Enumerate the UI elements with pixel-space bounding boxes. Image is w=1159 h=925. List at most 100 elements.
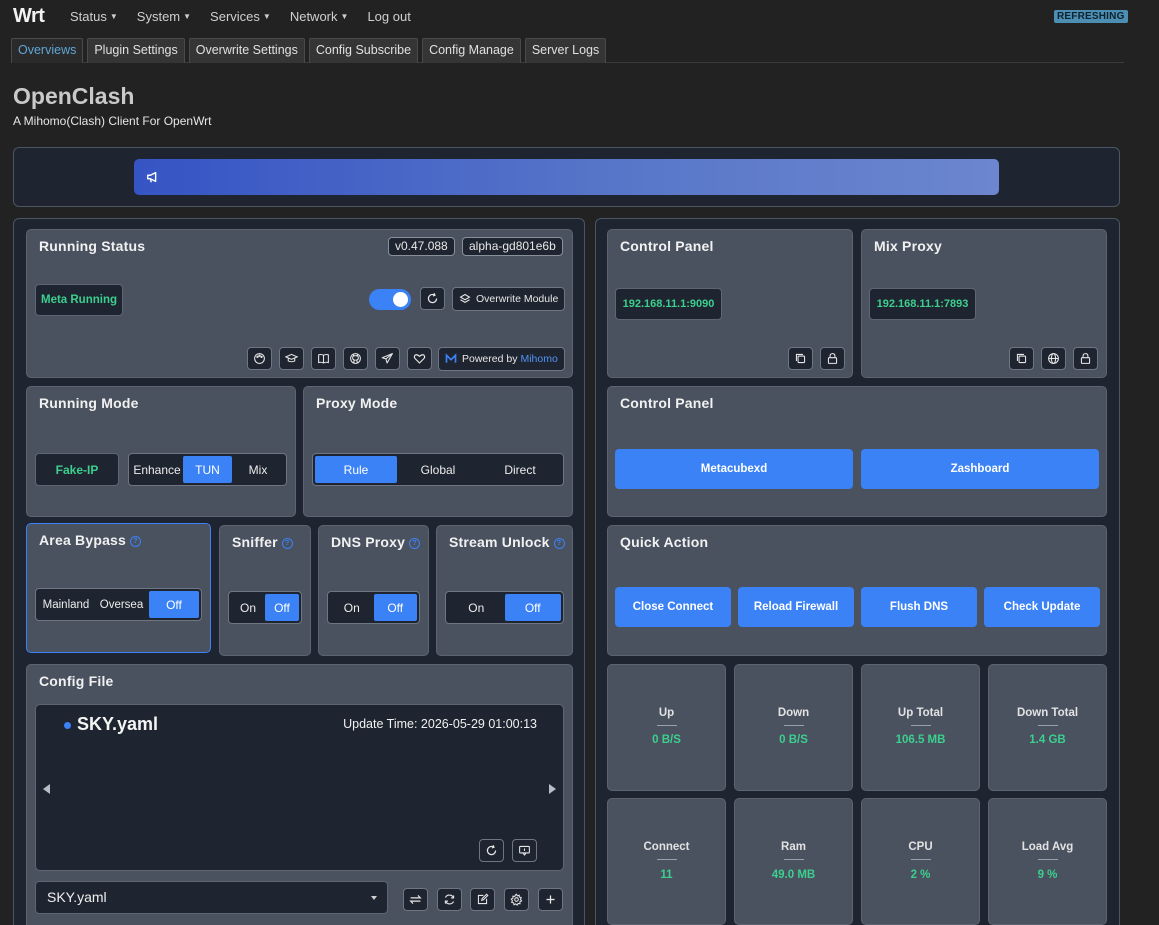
running-mode-title: Running Mode [39,395,139,411]
mode-mix[interactable]: Mix [232,456,284,483]
stat-label: Down [777,707,810,719]
reload-config-button[interactable] [437,888,462,911]
proxy-lock-button[interactable] [1073,347,1098,370]
dashboard-title: Control Panel [620,395,714,411]
chevron-down-icon: ▼ [183,12,192,21]
help-icon[interactable]: ? [281,538,293,549]
enable-toggle[interactable] [369,289,411,310]
help-icon[interactable]: ? [553,538,565,549]
stream-unlock-off[interactable]: Off [504,594,561,621]
github-icon [350,353,361,364]
mix-proxy-card: Mix Proxy 192.168.11.1:7893 [861,229,1107,378]
restart-button[interactable] [420,287,445,310]
github-button[interactable] [343,347,368,370]
stat-value: 106.5 MB [895,734,946,746]
running-status-card: Running Status v0.47.088 alpha-gd801e6b … [26,229,573,378]
help-icon[interactable]: ? [409,538,421,549]
copy-proxy-button[interactable] [1009,347,1034,370]
copy-address-button[interactable] [788,347,813,370]
mode-direct[interactable]: Direct [479,456,561,483]
control-panel-address[interactable]: 192.168.11.1:9090 [615,288,722,320]
powered-by-button[interactable]: Powered by Mihomo [438,347,565,371]
check-update-button[interactable]: Check Update [984,587,1100,627]
brand-logo[interactable]: Wrt [13,5,45,28]
stat-value: 2 % [910,869,931,881]
edit-config-button[interactable] [470,888,495,911]
config-select[interactable]: SKY.yaml [35,881,388,914]
sniffer-off[interactable]: Off [265,594,299,621]
tab-server-logs[interactable]: Server Logs [524,38,607,63]
overwrite-module-button[interactable]: Overwrite Module [452,287,566,311]
sponsor-button[interactable] [407,347,432,370]
tutorial-button[interactable] [279,347,304,370]
update-config-button[interactable] [479,839,504,862]
config-name: SKY.yaml [77,714,159,734]
theme-button[interactable] [247,347,272,370]
book-icon [318,353,329,364]
carousel-next-icon[interactable] [549,784,556,794]
bypass-off[interactable]: Off [149,591,199,618]
stat-down: Down 0 B/S [734,664,853,791]
version-badge: v0.47.088 [388,237,455,256]
menu-services[interactable]: Services ▼ [210,9,271,24]
dns-mode-field[interactable]: Fake-IP [35,453,119,486]
announcement-bar[interactable] [134,159,999,195]
mode-tun[interactable]: TUN [183,456,232,483]
flush-dns-button[interactable]: Flush DNS [861,587,977,627]
lock-secret-button[interactable] [820,347,845,370]
wiki-button[interactable] [311,347,336,370]
lock-icon [827,353,838,364]
proxy-web-button[interactable] [1041,347,1066,370]
stat-divider [783,859,804,860]
toggle-knob [393,292,408,307]
running-state: Meta Running [35,284,123,316]
bypass-mainland[interactable]: Mainland [38,591,94,618]
metacubexd-button[interactable]: Metacubexd [615,449,853,489]
zashboard-button[interactable]: Zashboard [861,449,1099,489]
megaphone-icon [147,171,157,183]
lock-icon [1080,353,1091,364]
proxy-mode-selector: Rule Global Direct [312,453,564,486]
stat-connect: Connect 11 [607,798,726,925]
tab-config-manage[interactable]: Config Manage [422,38,521,63]
tab-plugin-settings[interactable]: Plugin Settings [87,38,185,63]
heart-icon [413,354,426,364]
telegram-button[interactable] [375,347,400,370]
tab-overwrite-settings[interactable]: Overwrite Settings [188,38,305,63]
plus-icon [546,895,555,904]
stat-divider [1037,859,1058,860]
bypass-oversea[interactable]: Oversea [94,591,149,618]
stream-unlock-selector: On Off [445,591,564,624]
tab-overviews[interactable]: Overviews [11,38,84,63]
switch-config-button[interactable] [403,888,428,911]
stream-unlock-on[interactable]: On [448,594,505,621]
menu-status[interactable]: Status ▼ [70,9,118,24]
dns-proxy-on[interactable]: On [330,594,374,621]
dns-proxy-off[interactable]: Off [373,594,417,621]
mix-proxy-address[interactable]: 192.168.11.1:7893 [869,288,976,320]
mode-global[interactable]: Global [397,456,479,483]
sniffer-on[interactable]: On [231,594,265,621]
menu-network[interactable]: Network ▼ [290,9,349,24]
help-icon[interactable]: ? [130,536,142,547]
config-settings-button[interactable] [504,888,529,911]
reload-firewall-button[interactable]: Reload Firewall [738,587,854,627]
menu-logout[interactable]: Log out [367,9,410,24]
menu-system[interactable]: System ▼ [137,9,191,24]
area-bypass-title: Area Bypass? [39,532,142,548]
view-config-button[interactable] [512,839,537,862]
close-connect-button[interactable]: Close Connect [615,587,731,627]
mode-enhance[interactable]: Enhance [131,456,183,483]
tab-config-subscribe[interactable]: Config Subscribe [308,38,419,63]
control-panel-address-card: Control Panel 192.168.11.1:9090 [607,229,853,378]
stat-label: Up [658,707,675,719]
mode-rule[interactable]: Rule [315,456,397,483]
carousel-prev-icon[interactable] [43,784,50,794]
add-config-button[interactable] [538,888,563,911]
stat-label: Connect [643,841,690,853]
stat-up: Up 0 B/S [607,664,726,791]
gear-icon [510,893,523,906]
proxy-mode-card: Proxy Mode Rule Global Direct [303,386,573,517]
stat-value: 1.4 GB [1029,734,1066,746]
stat-divider [910,859,931,860]
